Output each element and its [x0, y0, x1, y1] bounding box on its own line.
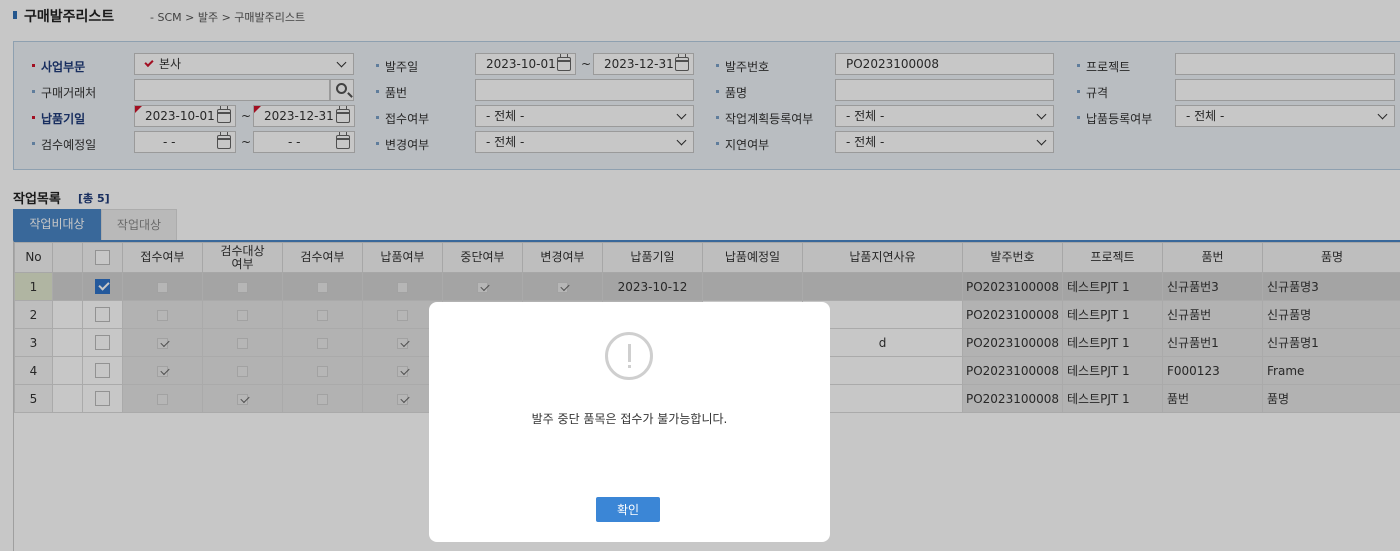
ok-button[interactable]: 확인	[596, 497, 660, 522]
alert-message: 발주 중단 품목은 접수가 불가능합니다.	[531, 412, 728, 426]
alert-dialog: 발주 중단 품목은 접수가 불가능합니다. 확인	[429, 302, 830, 542]
exclamation-circle-icon	[605, 332, 653, 380]
